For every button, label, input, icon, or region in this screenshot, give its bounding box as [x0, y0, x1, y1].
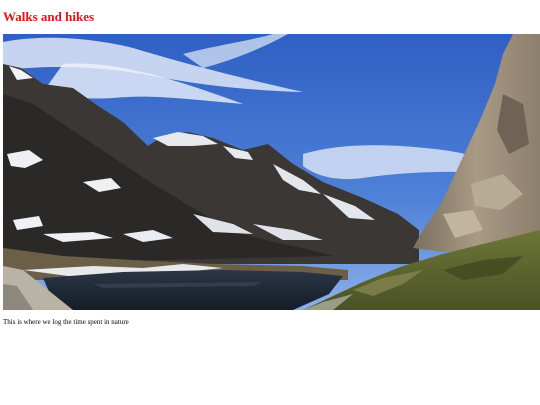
- page-title: Walks and hikes: [3, 9, 95, 24]
- page-caption: This is where we log the time spent in n…: [3, 318, 129, 326]
- page: Walks and hikes This is where we log the…: [0, 0, 540, 405]
- landscape-photo: [3, 34, 540, 310]
- hero-image: [3, 34, 540, 310]
